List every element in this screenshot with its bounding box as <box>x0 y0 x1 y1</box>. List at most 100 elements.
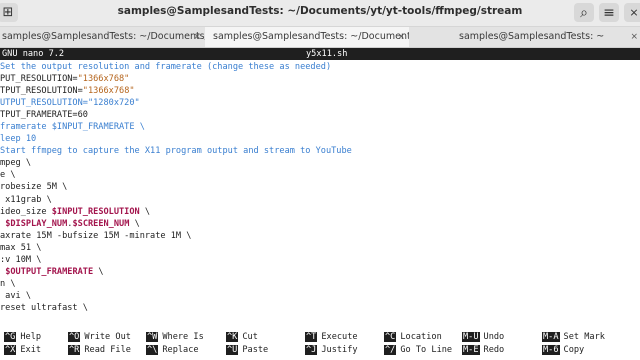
code-token: reset ultrafast \ <box>0 302 88 313</box>
code-token: "1366x768" <box>82 86 135 97</box>
shortcut-key: ^C <box>384 332 397 342</box>
editor-line[interactable]: :v 10M \ <box>0 254 640 266</box>
tab-3[interactable]: samples@SamplesandTests: ~ ⨯ <box>411 27 640 47</box>
shortcut-label: Set Mark <box>563 332 605 342</box>
nano-filename: y5x11.sh <box>306 49 348 59</box>
tab-1[interactable]: samples@SamplesandTests: ~/Documents/… ⨯ <box>0 27 205 47</box>
editor-line[interactable]: max 51 \ <box>0 242 640 254</box>
shortcut-label: Go To Line <box>400 344 453 355</box>
nano-header: GNU nano 7.2 y5x11.sh <box>0 48 640 60</box>
code-token: n \ <box>0 278 16 289</box>
shortcut-label: Cut <box>242 332 258 342</box>
shortcut-cut: ^K Cut <box>226 331 258 343</box>
tab-label: samples@SamplesandTests: ~/Documents/… <box>213 31 409 42</box>
code-token: "1366x768" <box>77 74 130 85</box>
editor-line[interactable]: $DISPLAY_NUM.$SCREEN_NUM \ <box>0 218 640 230</box>
shortcut-go-to-line: ^/Go To Line <box>384 344 452 356</box>
shortcut-key: ^\ <box>146 344 159 355</box>
shortcut-justify: ^J Justify <box>305 344 358 356</box>
search-icon[interactable]: ⌕ <box>574 3 594 22</box>
code-token: robesize 5M \ <box>0 182 68 193</box>
editor-line[interactable]: axrate 15M -bufsize 15M -minrate 1M \ <box>0 230 640 242</box>
shortcut-key: M-U <box>462 332 480 342</box>
editor-line[interactable]: TPUT_RESOLUTION="1366x768" <box>0 85 640 97</box>
shortcut-label: Redo <box>483 344 505 355</box>
editor-line[interactable]: avi \ <box>0 290 640 302</box>
code-token: $INPUT_RESOLUTION <box>51 206 140 217</box>
code-token: TPUT_FRAMERATE=60 <box>0 110 88 121</box>
shortcut-row: ^X Exit ^R Read File ^\ Replace ^U Paste ^J Justi… <box>0 344 640 357</box>
code-token: x11grab \ <box>0 194 52 205</box>
code-token: max 51 \ <box>0 242 42 253</box>
shortcut-copy: M-6 Copy <box>542 344 584 356</box>
editor-line[interactable]: ideo_size $INPUT_RESOLUTION \ <box>0 206 640 218</box>
shortcut-label: Read File <box>84 344 131 355</box>
editor-line[interactable]: reset ultrafast \ <box>0 302 640 314</box>
window-title: samples@SamplesandTests: ~/Documents/yt/… <box>117 5 523 17</box>
close-icon[interactable]: ⨯ <box>624 3 640 22</box>
tab-close-icon[interactable]: ⨯ <box>193 27 201 47</box>
terminal[interactable]: GNU nano 7.2 y5x11.sh Set the output res… <box>0 48 640 360</box>
shortcut-key: ^U <box>226 344 239 355</box>
shortcut-where-is: ^W Where Is <box>146 331 204 343</box>
tab-2[interactable]: samples@SamplesandTests: ~/Documents/… ⨯ <box>205 27 409 47</box>
shortcut-label: Execute <box>321 332 358 342</box>
editor-line[interactable]: robesize 5M \ <box>0 181 640 193</box>
code-token: Start ffmpeg to capture the X11 program … <box>0 146 352 157</box>
code-token: leep 10 <box>0 134 37 145</box>
code-token: PUT_RESOLUTION= <box>0 74 78 85</box>
shortcut-label: Undo <box>483 332 505 342</box>
shortcut-label: Help <box>20 332 42 342</box>
editor-line[interactable]: PUT_RESOLUTION="1366x768" <box>0 73 640 85</box>
editor-line[interactable]: n \ <box>0 278 640 290</box>
code-token: $DISPLAY_NUM <box>5 218 68 229</box>
shortcut-key: ^T <box>305 332 318 342</box>
editor-line[interactable]: e \ <box>0 169 640 181</box>
code-token: $OUTPUT_FRAMERATE <box>5 266 94 277</box>
shortcut-undo: M-U Undo <box>462 331 504 343</box>
shortcut-label: Exit <box>20 344 42 355</box>
code-token: :v 10M \ <box>0 254 42 265</box>
tab-close-icon[interactable]: ⨯ <box>397 27 405 47</box>
shortcut-replace: ^\ Replace <box>146 344 199 356</box>
menu-icon[interactable]: ≡ <box>599 3 619 22</box>
nano-version: GNU nano 7.2 <box>2 49 65 59</box>
shortcut-label: Location <box>400 332 442 342</box>
shortcut-exit: ^X Exit <box>4 344 41 356</box>
editor-line[interactable]: Start ffmpeg to capture the X11 program … <box>0 145 640 157</box>
code-token: \ <box>129 218 140 229</box>
editor-line[interactable]: leep 10 <box>0 133 640 145</box>
tab-label: samples@SamplesandTests: ~/Documents/… <box>2 31 205 42</box>
editor-content[interactable]: Set the output resolution and framerate … <box>0 61 640 314</box>
shortcut-key: ^G <box>4 332 17 342</box>
shortcut-key: ^W <box>146 332 159 342</box>
code-token: \ <box>93 266 104 277</box>
tab-bar: samples@SamplesandTests: ~/Documents/… ⨯… <box>0 27 640 48</box>
shortcut-redo: M-E Redo <box>462 344 504 356</box>
editor-line[interactable]: TPUT_FRAMERATE=60 <box>0 109 640 121</box>
editor-line[interactable]: $OUTPUT_FRAMERATE \ <box>0 266 640 278</box>
shortcut-paste: ^U Paste <box>226 344 268 356</box>
editor-line[interactable]: framerate $INPUT_FRAMERATE \ <box>0 121 640 133</box>
code-token: framerate $INPUT_FRAMERATE \ <box>0 122 145 133</box>
shortcut-key: ^R <box>68 344 81 355</box>
shortcut-key: ^J <box>305 344 318 355</box>
shortcut-row: ^G Help ^O Write Out ^W Where Is ^K Cut ^T Execut… <box>0 331 640 344</box>
shortcut-key: M-6 <box>542 344 560 355</box>
code-token: axrate 15M -bufsize 15M -minrate 1M \ <box>0 230 192 241</box>
shortcut-key: M-A <box>542 332 560 342</box>
code-token: e \ <box>0 170 16 181</box>
code-token: TPUT_RESOLUTION= <box>0 86 83 97</box>
editor-line[interactable]: x11grab \ <box>0 194 640 206</box>
code-token: avi \ <box>0 290 32 301</box>
shortcut-key: ^/ <box>384 344 397 355</box>
shortcut-write-out: ^O Write Out <box>68 331 131 343</box>
code-token: UTPUT_RESOLUTION="1280x720" <box>0 98 140 109</box>
tab-close-icon[interactable]: ⨯ <box>630 27 638 47</box>
editor-line[interactable]: UTPUT_RESOLUTION="1280x720" <box>0 97 640 109</box>
editor-line[interactable]: mpeg \ <box>0 157 640 169</box>
editor-line[interactable]: Set the output resolution and framerate … <box>0 61 640 73</box>
shortcut-location: ^C Location <box>384 331 442 343</box>
nano-shortcuts: ^G Help ^O Write Out ^W Where Is ^K Cut ^T Execut… <box>0 331 640 356</box>
shortcut-label: Paste <box>242 344 269 355</box>
